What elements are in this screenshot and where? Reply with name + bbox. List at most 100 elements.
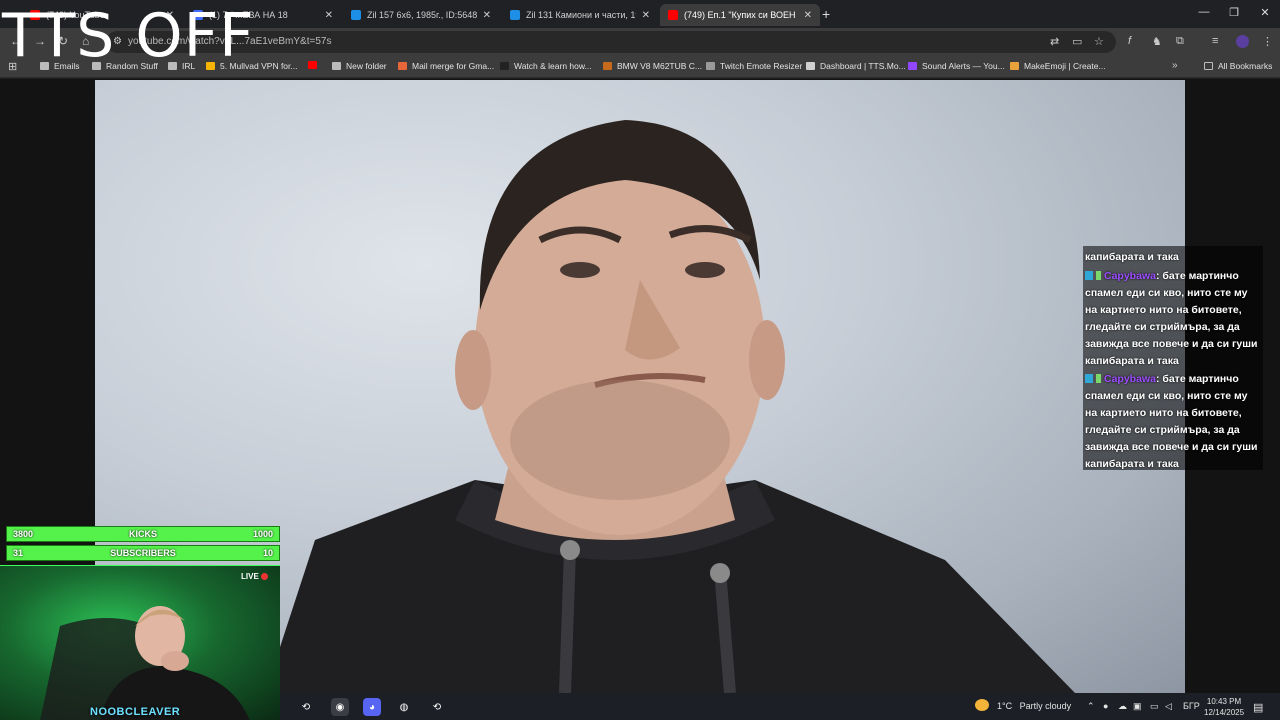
notifications-icon[interactable]: ▤ bbox=[1253, 701, 1263, 714]
translate-icon[interactable]: ⇄ bbox=[1050, 35, 1059, 48]
chat-text: гледайте си стриймъра, за да bbox=[1085, 321, 1240, 333]
bookmark-label: Dashboard | TTS.Mo... bbox=[820, 61, 906, 71]
clock[interactable]: 10:43 PM 12/14/2025 bbox=[1204, 696, 1244, 718]
new-tab-button[interactable]: + bbox=[822, 6, 830, 22]
network-icon[interactable]: ▭ bbox=[1150, 701, 1159, 712]
subscribers-goal-current: 31 bbox=[13, 548, 24, 558]
tts-status-overlay: TTS OFF bbox=[2, 1, 255, 71]
extension-icon[interactable]: ♞ bbox=[1152, 35, 1162, 48]
discord-icon[interactable]: ◕ bbox=[363, 698, 381, 716]
live-dot-icon bbox=[260, 573, 268, 580]
bookmark-favicon-icon bbox=[398, 62, 407, 70]
taskbar-app-2-icon[interactable]: ⟲ bbox=[428, 698, 446, 716]
cloud-icon[interactable]: ☁ bbox=[1118, 701, 1127, 712]
browser-tab[interactable]: Zil 157 6x6, 1985г., ID:5648496✕ bbox=[343, 4, 499, 26]
subscribers-goal-label: SUBSCRIBERS bbox=[110, 548, 176, 558]
bookmarks-overflow-icon[interactable]: » bbox=[1172, 60, 1178, 71]
live-indicator: LIVE bbox=[241, 572, 268, 581]
weather-icon bbox=[975, 699, 989, 711]
bookmark-favicon-icon bbox=[1010, 62, 1019, 70]
weather-temp: 1°C bbox=[997, 701, 1013, 711]
tab-favicon-icon bbox=[668, 10, 678, 20]
bookmark-item[interactable] bbox=[308, 61, 322, 69]
chat-badge-2-icon bbox=[1096, 374, 1101, 383]
browser-tab[interactable]: (749) Еп.1 "Купих си ВОЕН ✕ bbox=[660, 4, 820, 26]
chrome-icon[interactable]: ◉ bbox=[331, 698, 349, 716]
bookmark-favicon-icon bbox=[806, 62, 815, 70]
tab-close-icon[interactable]: ✕ bbox=[636, 10, 650, 21]
bookmark-star-icon[interactable]: ☆ bbox=[1094, 35, 1104, 48]
folder-icon bbox=[1204, 62, 1213, 70]
profile-avatar[interactable] bbox=[1236, 35, 1249, 48]
chat-fragment: капибарата и така bbox=[1085, 251, 1179, 263]
chat-username[interactable]: Capybawa bbox=[1104, 373, 1156, 385]
live-label: LIVE bbox=[241, 572, 259, 581]
kicks-goal-label: KICKS bbox=[128, 529, 157, 539]
close-window-icon[interactable]: ✕ bbox=[1253, 6, 1277, 19]
tray-overflow-icon[interactable]: ⌃ bbox=[1087, 701, 1095, 712]
volume-icon[interactable]: ◁ bbox=[1165, 701, 1172, 712]
bookmark-item[interactable]: Sound Alerts — You... bbox=[908, 61, 1005, 71]
chat-text: на картието нито на битовете, bbox=[1085, 304, 1242, 316]
kicks-goal-target: 1000 bbox=[252, 529, 273, 539]
tab-favicon-icon bbox=[351, 10, 361, 20]
weather-widget[interactable]: 1°C Partly cloudy bbox=[997, 701, 1071, 711]
bookmark-label: New folder bbox=[346, 61, 387, 71]
chat-text: : бате мартинчо bbox=[1155, 373, 1239, 385]
bookmark-favicon-icon bbox=[908, 62, 917, 70]
bookmark-item[interactable]: Twitch Emote Resizer bbox=[706, 61, 802, 71]
clock-time: 10:43 PM bbox=[1206, 697, 1242, 706]
menu-kebab-icon[interactable]: ⋮ bbox=[1262, 35, 1273, 48]
obs-icon[interactable]: ◍ bbox=[395, 698, 413, 716]
restore-icon[interactable]: ❐ bbox=[1222, 6, 1246, 19]
all-bookmarks-label: All Bookmarks bbox=[1218, 61, 1273, 71]
bookmark-item[interactable]: MakeEmoji | Create... bbox=[1010, 61, 1106, 71]
display-icon[interactable]: ▣ bbox=[1133, 701, 1142, 712]
mic-icon[interactable]: ● bbox=[1103, 701, 1108, 711]
chat-text: капибарата и така bbox=[1085, 458, 1179, 470]
tab-close-icon[interactable]: ✕ bbox=[319, 10, 333, 21]
chat-message: Capybawa: бате мартинчо спамел еди си кво… bbox=[1085, 371, 1263, 473]
streamer-name: NOOBCLEAVER bbox=[90, 706, 181, 718]
bookmark-item[interactable]: Dashboard | TTS.Mo... bbox=[806, 61, 906, 71]
bookmark-label: Mail merge for Gma... bbox=[412, 61, 495, 71]
chat-text: завижда все повече и да си гуши bbox=[1085, 338, 1258, 350]
chat-text: на картието нито на битовете, bbox=[1085, 407, 1242, 419]
language-indicator[interactable]: БГР bbox=[1183, 701, 1200, 711]
chat-username[interactable]: Capybawa bbox=[1104, 270, 1156, 282]
bookmark-item[interactable]: Watch & learn how... bbox=[500, 61, 592, 71]
bookmark-item[interactable]: New folder bbox=[332, 61, 387, 71]
tab-title: Zil 131 Камиони и части, 1990 bbox=[526, 10, 636, 20]
subscribers-goal-target: 10 bbox=[262, 548, 273, 558]
webcam-frame bbox=[40, 606, 250, 720]
cast-icon[interactable]: ▭ bbox=[1072, 35, 1082, 48]
clock-date: 12/14/2025 bbox=[1204, 708, 1245, 717]
minimize-icon[interactable]: — bbox=[1192, 6, 1216, 18]
chat-text: гледайте си стриймъра, за да bbox=[1085, 424, 1240, 436]
chat-badge-icon bbox=[1085, 271, 1093, 280]
tab-close-icon[interactable]: ✕ bbox=[477, 10, 491, 21]
browser-tab[interactable]: Zil 131 Камиони и части, 1990✕ bbox=[502, 4, 658, 26]
kicks-goal-current: 3800 bbox=[13, 529, 34, 539]
taskbar-app-icon[interactable]: ⟲ bbox=[297, 698, 315, 716]
extensions-puzzle-icon[interactable]: ⧉ bbox=[1176, 35, 1184, 48]
bookmark-item[interactable]: Mail merge for Gma... bbox=[398, 61, 494, 71]
bookmark-label: Twitch Emote Resizer bbox=[720, 61, 803, 71]
chat-badge-2-icon bbox=[1096, 271, 1101, 280]
bookmark-item[interactable]: BMW V8 M62TUB C... bbox=[603, 61, 702, 71]
bookmark-favicon-icon bbox=[332, 62, 341, 70]
subscribers-goal-bar: 31 SUBSCRIBERS 10 bbox=[6, 545, 280, 561]
bookmark-label: Watch & learn how... bbox=[514, 61, 592, 71]
extension-fx-icon[interactable]: f bbox=[1128, 35, 1131, 47]
bookmark-favicon-icon bbox=[603, 62, 612, 70]
bookmark-label: MakeEmoji | Create... bbox=[1024, 61, 1106, 71]
tab-close-icon[interactable]: ✕ bbox=[798, 10, 812, 21]
reading-list-icon[interactable]: ≡ bbox=[1212, 35, 1218, 47]
tab-title: Zil 157 6x6, 1985г., ID:5648496 bbox=[367, 10, 477, 20]
kicks-goal-bar: 3800 KICKS 1000 bbox=[6, 526, 280, 542]
chat-badge-icon bbox=[1085, 374, 1093, 383]
tab-title: (749) Еп.1 "Купих си ВОЕН bbox=[684, 10, 796, 20]
chat-text: спамел еди си кво, нито сте му bbox=[1085, 287, 1248, 299]
weather-desc: Partly cloudy bbox=[1019, 701, 1072, 711]
all-bookmarks-folder[interactable]: All Bookmarks bbox=[1204, 61, 1272, 71]
